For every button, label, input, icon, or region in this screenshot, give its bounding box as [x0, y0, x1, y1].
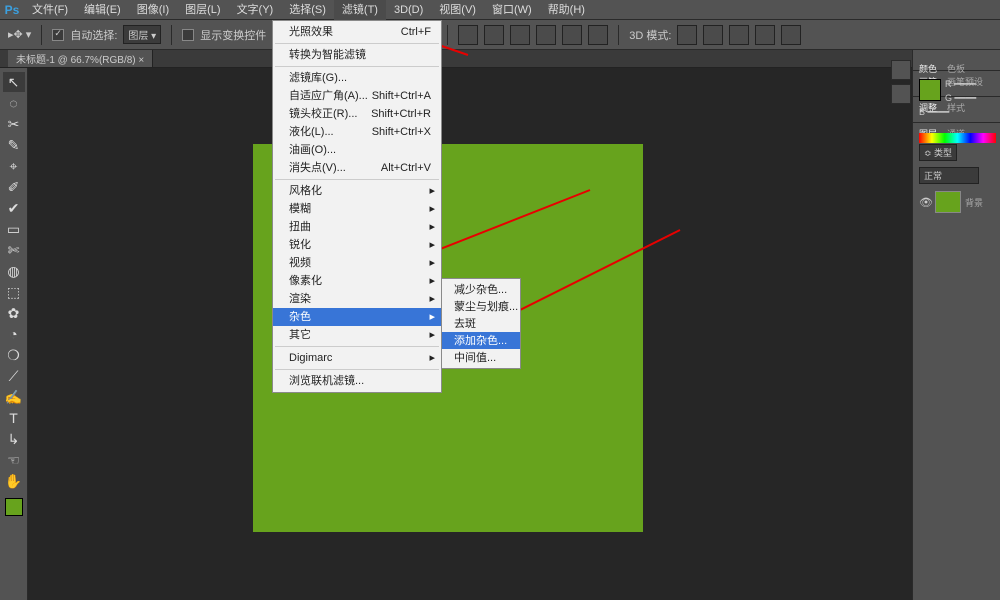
layer-thumbnail[interactable]	[935, 191, 961, 213]
eraser-tool[interactable]: ⬚	[3, 282, 25, 302]
tool-palette: ↖ ◌ ✂ ✎ ⌖ ✐ ✔ ▭ ✄ ◍ ⬚ ✿ ◔ ❍ ⟋ ✍ T ↳ ☜ ✋	[0, 68, 28, 600]
show-transform-checkbox[interactable]	[182, 29, 194, 41]
filter-lens-correction[interactable]: 镜头校正(R)...Shift+Ctrl+R	[273, 105, 441, 123]
panel-icon-1[interactable]	[891, 60, 911, 80]
menu-layer[interactable]: 图层(L)	[177, 0, 228, 20]
path-tool[interactable]: T	[3, 408, 25, 428]
mode3d-btn-3[interactable]	[729, 25, 749, 45]
filter-blur[interactable]: 模糊▸	[273, 200, 441, 218]
app-logo: Ps	[0, 0, 24, 20]
noise-median[interactable]: 中间值...	[442, 349, 520, 366]
filter-gallery[interactable]: 滤镜库(G)...	[273, 69, 441, 87]
tab-swatches[interactable]: 色板	[947, 62, 965, 75]
filter-recent[interactable]: 光照效果Ctrl+F	[273, 23, 441, 41]
filter-vanishing-point[interactable]: 消失点(V)...Alt+Ctrl+V	[273, 159, 441, 177]
menu-edit[interactable]: 编辑(E)	[76, 0, 129, 20]
menu-select[interactable]: 选择(S)	[281, 0, 334, 20]
mode3d-btn-4[interactable]	[755, 25, 775, 45]
mode3d-btn-2[interactable]	[703, 25, 723, 45]
noise-dust-scratches[interactable]: 蒙尘与划痕...	[442, 298, 520, 315]
layer-kind-dropdown[interactable]: ≎ 类型	[919, 144, 957, 161]
filter-menu: 光照效果Ctrl+F 转换为智能滤镜 滤镜库(G)... 自适应广角(A)...…	[272, 20, 442, 393]
text-tool[interactable]: ✍	[3, 387, 25, 407]
show-transform-label: 显示变换控件	[200, 27, 266, 43]
spectrum-bar[interactable]	[919, 133, 996, 143]
wand-tool[interactable]: ✎	[3, 135, 25, 155]
menu-type[interactable]: 文字(Y)	[229, 0, 282, 20]
crop-tool[interactable]: ⌖	[3, 156, 25, 176]
noise-add-noise[interactable]: 添加杂色...	[442, 332, 520, 349]
marquee-tool[interactable]: ◌	[3, 93, 25, 113]
noise-despeckle[interactable]: 去斑	[442, 315, 520, 332]
filter-video[interactable]: 视频▸	[273, 254, 441, 272]
heal-tool[interactable]: ✔	[3, 198, 25, 218]
filter-digimarc[interactable]: Digimarc▸	[273, 349, 441, 367]
auto-select-checkbox[interactable]	[52, 29, 64, 41]
blend-mode-dropdown[interactable]: 正常	[919, 167, 979, 184]
shape-tool[interactable]: ↳	[3, 429, 25, 449]
dist-btn-4[interactable]	[536, 25, 556, 45]
document-tab[interactable]: 未标题-1 @ 66.7%(RGB/8) ×	[8, 50, 153, 67]
menu-window[interactable]: 窗口(W)	[484, 0, 540, 20]
filter-other[interactable]: 其它▸	[273, 326, 441, 344]
gradient-tool[interactable]: ✿	[3, 303, 25, 323]
menu-bar: Ps 文件(F) 编辑(E) 图像(I) 图层(L) 文字(Y) 选择(S) 滤…	[0, 0, 1000, 20]
eyedropper-tool[interactable]: ✐	[3, 177, 25, 197]
lasso-tool[interactable]: ✂	[3, 114, 25, 134]
filter-distort[interactable]: 扭曲▸	[273, 218, 441, 236]
dodge-tool[interactable]: ❍	[3, 345, 25, 365]
hand-tool[interactable]: ☜	[3, 450, 25, 470]
mode3d-btn-5[interactable]	[781, 25, 801, 45]
foreground-color-swatch[interactable]	[5, 498, 23, 516]
panel-icon-2[interactable]	[891, 84, 911, 104]
filter-noise[interactable]: 杂色▸	[273, 308, 441, 326]
filter-browse-online[interactable]: 浏览联机滤镜...	[273, 372, 441, 390]
layer-dropdown[interactable]: 图层 ▾	[123, 25, 161, 44]
mode3d-btn-1[interactable]	[677, 25, 697, 45]
noise-reduce[interactable]: 减少杂色...	[442, 281, 520, 298]
dist-btn-6[interactable]	[588, 25, 608, 45]
dist-btn-2[interactable]	[484, 25, 504, 45]
filter-liquify[interactable]: 液化(L)...Shift+Ctrl+X	[273, 123, 441, 141]
menu-filter[interactable]: 滤镜(T)	[334, 0, 386, 20]
layer-row[interactable]: 👁 背景	[919, 190, 994, 214]
dist-btn-5[interactable]	[562, 25, 582, 45]
zoom-tool[interactable]: ✋	[3, 471, 25, 491]
layer-name: 背景	[965, 196, 983, 209]
menu-file[interactable]: 文件(F)	[24, 0, 76, 20]
blur-tool[interactable]: ◔	[3, 324, 25, 344]
move-tool[interactable]: ↖	[3, 72, 25, 92]
filter-oil-paint[interactable]: 油画(O)...	[273, 141, 441, 159]
filter-adaptive-wide[interactable]: 自适应广角(A)...Shift+Ctrl+A	[273, 87, 441, 105]
filter-convert-smart[interactable]: 转换为智能滤镜	[273, 46, 441, 64]
filter-stylize[interactable]: 风格化▸	[273, 182, 441, 200]
document-tab-bar: 未标题-1 @ 66.7%(RGB/8) ×	[0, 50, 1000, 68]
menu-image[interactable]: 图像(I)	[129, 0, 177, 20]
filter-sharpen[interactable]: 锐化▸	[273, 236, 441, 254]
filter-render[interactable]: 渲染▸	[273, 290, 441, 308]
color-swatch[interactable]	[919, 79, 941, 101]
dist-btn-1[interactable]	[458, 25, 478, 45]
noise-submenu: 减少杂色... 蒙尘与划痕... 去斑 添加杂色... 中间值...	[441, 278, 521, 369]
right-panels: 颜色 色板 R ━━━━ G ━━━━ B ━━━━ 画笔 画笔预设 调整 样式…	[912, 50, 1000, 600]
tab-color[interactable]: 颜色	[919, 62, 937, 75]
filter-pixelate[interactable]: 像素化▸	[273, 272, 441, 290]
menu-3d[interactable]: 3D(D)	[386, 0, 431, 20]
move-tool-icon: ▸✥ ▾	[8, 28, 31, 41]
auto-select-label: 自动选择:	[70, 27, 117, 43]
color-panel: 颜色 色板 R ━━━━ G ━━━━ B ━━━━	[919, 62, 996, 143]
visibility-icon[interactable]: 👁	[919, 196, 931, 208]
mode-3d-label: 3D 模式:	[629, 27, 671, 43]
dist-btn-3[interactable]	[510, 25, 530, 45]
brush-tool[interactable]: ▭	[3, 219, 25, 239]
menu-view[interactable]: 视图(V)	[431, 0, 484, 20]
stamp-tool[interactable]: ✄	[3, 240, 25, 260]
pen-tool[interactable]: ⟋	[3, 366, 25, 386]
history-brush-tool[interactable]: ◍	[3, 261, 25, 281]
menu-help[interactable]: 帮助(H)	[540, 0, 593, 20]
options-bar: ▸✥ ▾ 自动选择: 图层 ▾ 显示变换控件 3D 模式:	[0, 20, 1000, 50]
